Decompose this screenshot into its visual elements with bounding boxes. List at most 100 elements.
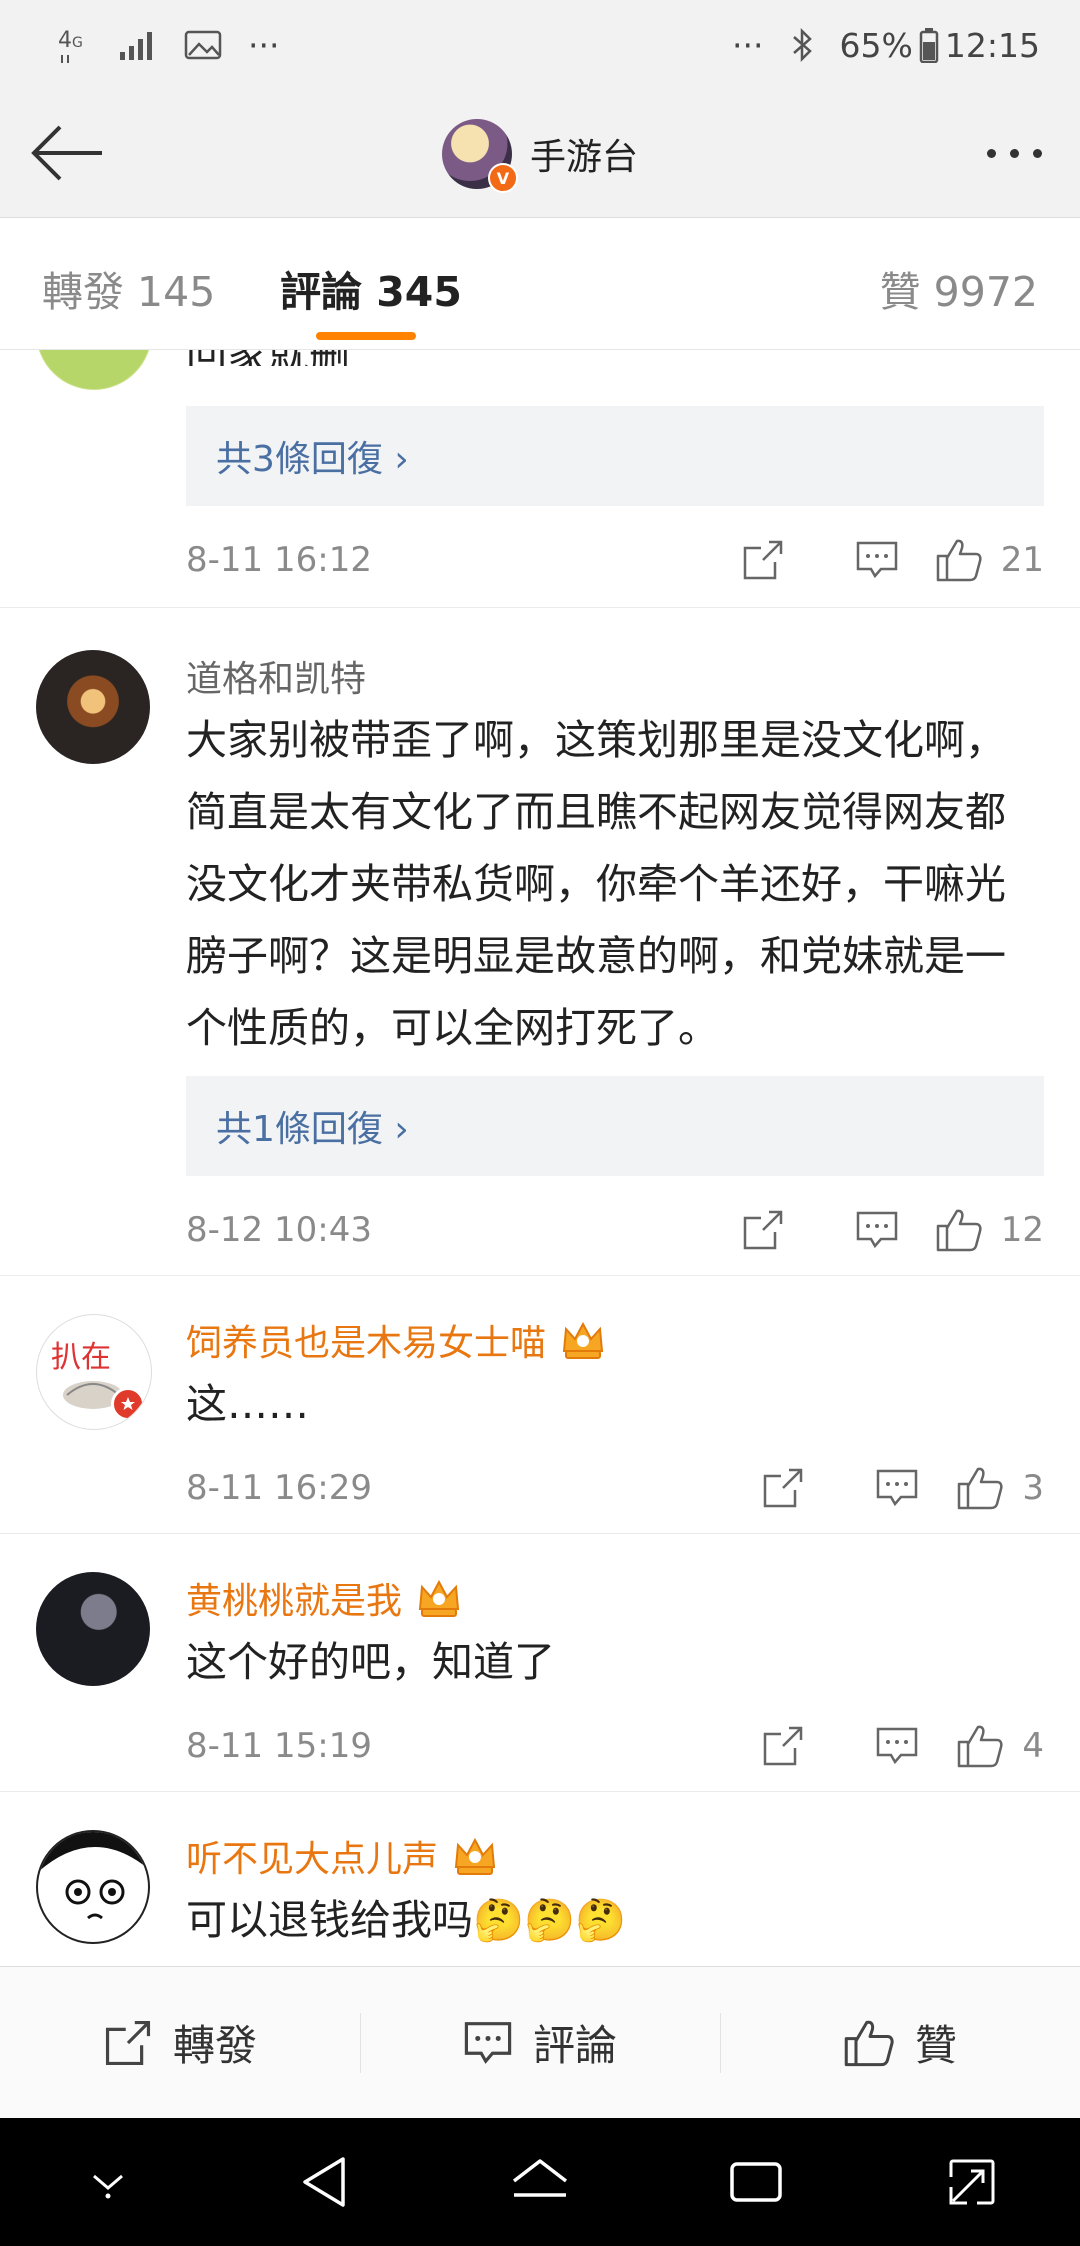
tab-bar: 轉發 145 評論 345 贊 9972 [0,218,1080,350]
repost-button[interactable] [706,1208,820,1252]
nav-home-button[interactable] [490,2132,590,2232]
nav-recents-button[interactable] [706,2132,806,2232]
comment-text: 可以退钱给我吗🤔🤔🤔 [186,1896,627,1944]
like-count: 4 [1022,1726,1044,1766]
view-replies-link[interactable]: 共3條回復 › [186,406,1044,506]
svg-text:扒在: 扒在 [51,1340,111,1375]
vip-crown-icon [562,1321,604,1359]
view-replies-link[interactable]: 共1條回復 › [186,1076,1044,1176]
status-more-dots: ··· [248,25,280,65]
bottom-action-bar: 轉發 評論 贊 [0,1966,1080,2118]
tab-likes[interactable]: 贊 9972 [880,258,1038,318]
avatar[interactable] [36,1830,150,1944]
avatar[interactable] [36,1572,150,1686]
bluetooth-icon [790,27,814,63]
comment-username-row[interactable]: 黄桃桃就是我 [186,1572,462,1624]
thumbs-up-icon [958,1467,1003,1510]
active-tab-indicator [316,332,416,340]
svg-text:4: 4 [58,28,72,53]
like-button[interactable]: 3 [954,1465,1044,1511]
vip-badge-icon [111,1387,145,1421]
avatar[interactable]: 扒在 [36,1314,152,1430]
like-label: 贊 [914,2021,957,2070]
comment-icon [856,1211,898,1249]
vip-crown-icon [418,1579,460,1617]
expand-rotate-icon [949,2159,995,2205]
comment-icon [856,541,898,579]
comment-time: 8-11 16:12 [186,540,372,580]
comment-text: 回家就删 [186,350,1046,366]
account-avatar[interactable]: V [441,119,518,193]
repost-button[interactable] [726,1466,840,1510]
chevron-down-icon [93,2174,123,2199]
app-header: V 手游台 [0,90,1080,218]
comment-username-row[interactable]: 听不见大点儿声 [186,1830,498,1882]
repost-icon [763,1468,803,1508]
tab-comments[interactable]: 評論 345 [280,258,462,318]
like-count: 12 [1000,1210,1044,1250]
thumbs-up-icon [958,1725,1003,1768]
repost-button[interactable] [726,1724,840,1768]
comment-username[interactable]: 道格和凯特 [186,650,366,702]
comment-text: 这…… [186,1380,309,1428]
comment-icon [876,1727,918,1765]
comment-button[interactable] [840,1724,954,1768]
thumbs-up-icon [844,2020,894,2066]
comment-button[interactable] [840,1466,954,1510]
manga-avatar-image [38,1832,148,1920]
comment-username: 饲养员也是木易女士喵 [186,1323,547,1364]
hide-nav-button[interactable] [58,2132,158,2232]
thumbs-up-icon [936,1209,982,1252]
comment-item: 听不见大点儿声 可以退钱给我吗🤔🤔🤔 [0,1792,1080,1966]
status-more-dots-right: ··· [732,25,764,65]
comment-icon [464,2021,512,2064]
comment-meta: 8-11 16:29 3 [186,1458,1044,1518]
avatar[interactable] [36,650,150,764]
repost-icon [743,1210,783,1250]
comment-button[interactable] [820,1208,934,1252]
more-dot [1009,148,1019,158]
back-triangle-icon [303,2157,345,2207]
like-count: 21 [1000,540,1044,580]
comment-action-button[interactable]: 評論 [360,1967,720,2118]
clock: 12:15 [944,25,1040,65]
comment-time: 8-11 16:29 [186,1468,372,1508]
more-options-button[interactable] [976,130,1052,176]
like-button[interactable]: 4 [954,1723,1044,1769]
avatar[interactable] [36,350,152,390]
like-button[interactable]: 21 [934,537,1044,583]
network-4g-icon: 4G [56,25,92,65]
comment-username-row[interactable]: 饲养员也是木易女士喵 [186,1314,606,1366]
page-title[interactable]: 手游台 [530,128,638,180]
comment-meta: 8-11 16:12 21 [186,530,1044,590]
comment-item: 道格和凯特 大家别被带歪了啊，这策划那里是没文化啊，简直是太有文化了而且瞧不起网… [0,608,1080,1276]
repost-icon [763,1726,803,1766]
repost-button[interactable] [706,538,820,582]
comment-button[interactable] [820,538,934,582]
nav-back-button[interactable] [274,2132,374,2232]
comment-item: 扒在 饲养员也是木易女士喵 这…… 8-11 16:29 3 [0,1276,1080,1534]
recents-icon [730,2162,782,2202]
repost-icon [105,2020,151,2065]
comment-icon [876,1469,918,1507]
comment-text: 这个好的吧，知道了 [186,1638,555,1686]
nav-rotate-button[interactable] [922,2132,1022,2232]
comment-item: 回家就删 共3條回復 › 8-11 16:12 21 [0,350,1080,608]
like-action-button[interactable]: 贊 [720,1967,1080,2118]
more-dot [1032,148,1042,158]
comment-list[interactable]: 回家就删 共3條回復 › 8-11 16:12 21 道格和凯特 大家别被带歪了… [0,350,1080,1966]
comment-time: 8-11 15:19 [186,1726,372,1766]
image-notification-icon [184,29,222,61]
comment-username: 听不见大点儿声 [186,1839,439,1880]
like-button[interactable]: 12 [934,1207,1044,1253]
comment-text: 大家别被带歪了啊，这策划那里是没文化啊，简直是太有文化了而且瞧不起网友觉得网友都… [186,716,1006,1052]
repost-action-button[interactable]: 轉發 [0,1967,360,2118]
battery-icon [919,27,939,63]
svg-text:G: G [72,35,83,51]
tab-reposts[interactable]: 轉發 145 [42,258,215,318]
thumbs-up-icon [936,539,982,582]
repost-label: 轉發 [172,2021,257,2070]
vip-crown-icon [454,1837,496,1875]
comment-time: 8-12 10:43 [186,1210,372,1250]
more-dot [986,148,996,158]
